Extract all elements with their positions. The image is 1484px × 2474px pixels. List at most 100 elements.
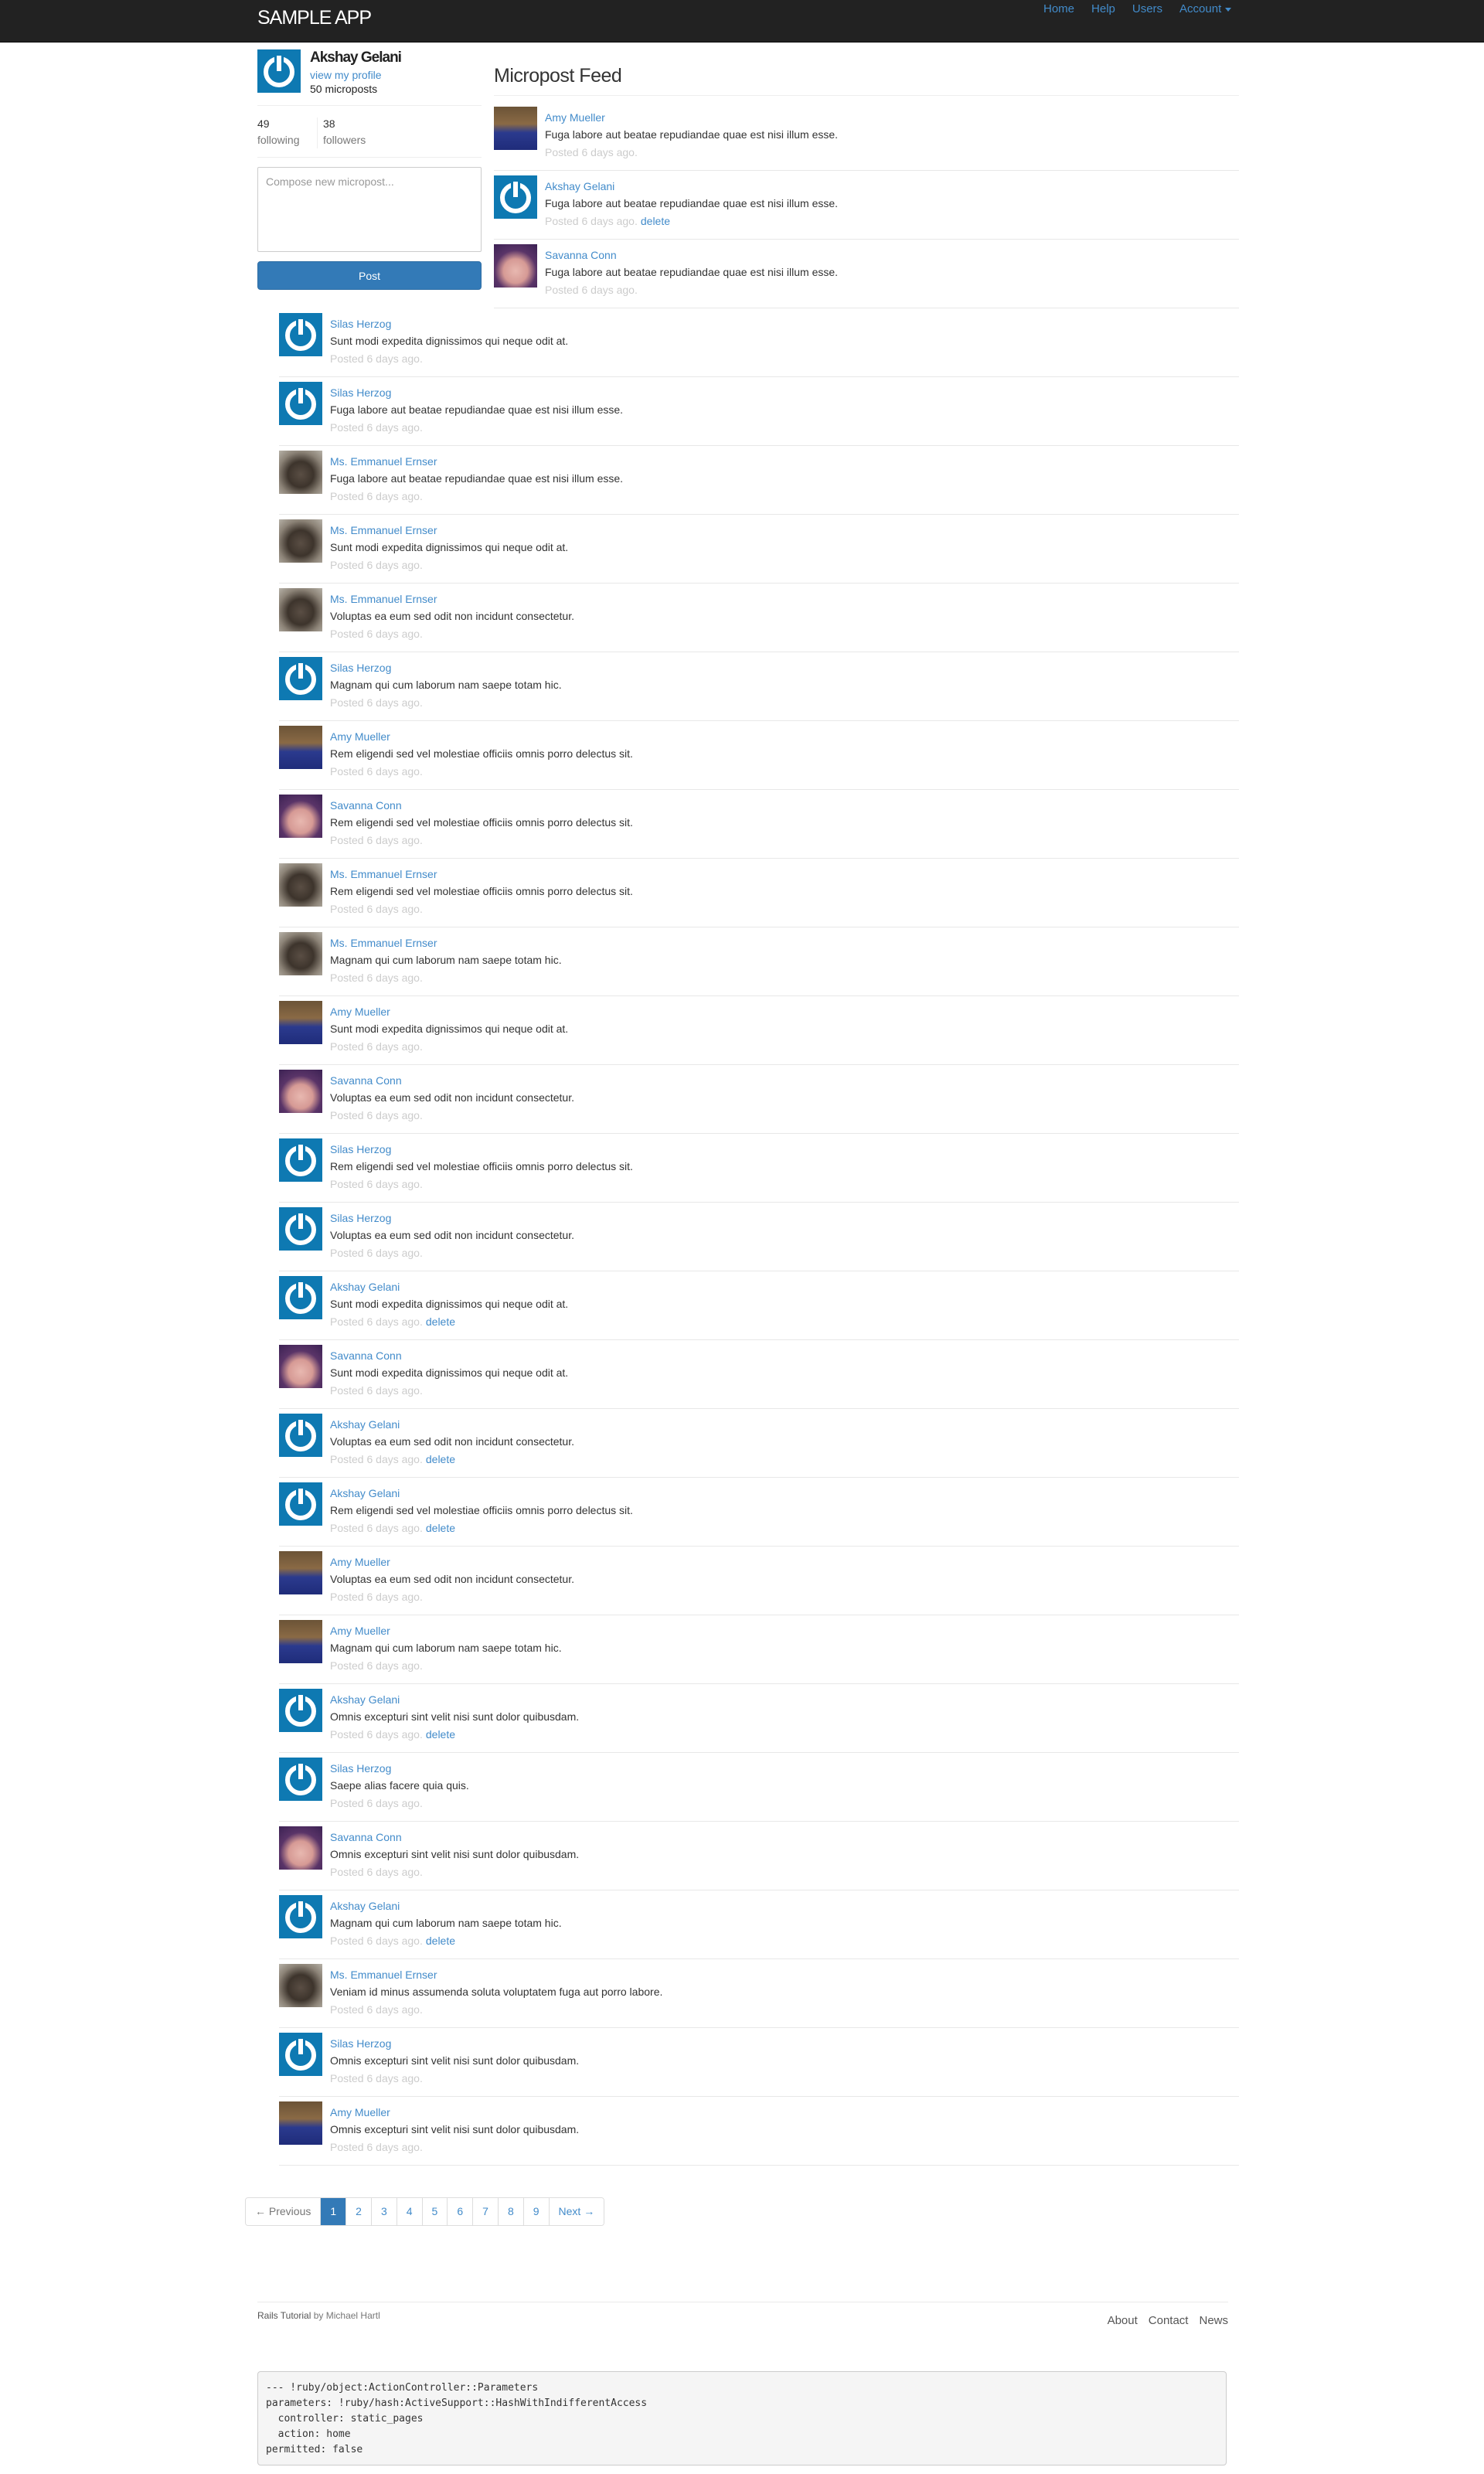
pagination-page-5[interactable]: 5 [422, 2198, 448, 2225]
micropost: Amy Mueller Rem eligendi sed vel molestia… [279, 721, 1239, 790]
pagination-page-7[interactable]: 7 [473, 2198, 499, 2225]
micropost-user-link[interactable]: Ms. Emmanuel Ernser [330, 1969, 437, 1981]
micropost-user-link[interactable]: Savanna Conn [330, 1349, 402, 1362]
user-avatar[interactable] [279, 932, 322, 975]
user-avatar[interactable] [279, 1964, 322, 2007]
micropost-user-link[interactable]: Silas Herzog [330, 1762, 391, 1775]
delete-micropost-link[interactable]: delete [426, 1935, 455, 1947]
footer-link-contact[interactable]: Contact [1149, 2314, 1189, 2327]
followers-stat[interactable]: 38 followers [323, 117, 400, 148]
micropost-user-link[interactable]: Savanna Conn [330, 799, 402, 812]
pagination-page-1[interactable]: 1 [321, 2198, 347, 2225]
micropost-user-link[interactable]: Silas Herzog [330, 2037, 391, 2050]
micropost-user-link[interactable]: Amy Mueller [330, 2106, 390, 2118]
micropost-user-link[interactable]: Amy Mueller [545, 111, 605, 124]
user-avatar[interactable] [279, 863, 322, 907]
micropost-user-link[interactable]: Akshay Gelani [330, 1487, 400, 1499]
micropost-user-link[interactable]: Ms. Emmanuel Ernser [330, 593, 437, 605]
footer-link-about[interactable]: About [1108, 2314, 1138, 2327]
user-avatar[interactable] [279, 1482, 322, 1526]
user-avatar[interactable] [494, 107, 537, 150]
user-avatar[interactable] [279, 313, 322, 356]
pagination-page-4[interactable]: 4 [397, 2198, 423, 2225]
nav-link-users[interactable]: Users [1132, 2, 1162, 18]
user-avatar[interactable] [279, 1345, 322, 1388]
user-avatar[interactable] [279, 2033, 322, 2076]
user-avatar[interactable] [279, 1070, 322, 1113]
micropost-user-link[interactable]: Savanna Conn [330, 1831, 402, 1843]
nav-link-account[interactable]: Account [1179, 2, 1232, 18]
user-avatar[interactable] [279, 1551, 322, 1594]
user-avatar[interactable] [279, 726, 322, 769]
delete-micropost-link[interactable]: delete [426, 1453, 455, 1465]
user-avatar[interactable] [279, 1138, 322, 1182]
micropost-user-link[interactable]: Akshay Gelani [330, 1900, 400, 1912]
user-avatar[interactable] [494, 175, 537, 219]
pagination-previous[interactable]: ← Previous [246, 2198, 322, 2225]
gravatar-power-icon [279, 1138, 322, 1182]
user-avatar[interactable] [279, 519, 322, 563]
micropost-user-link[interactable]: Silas Herzog [330, 386, 391, 399]
footer-author-link[interactable]: Michael Hartl [326, 2310, 380, 2321]
user-avatar[interactable] [279, 795, 322, 838]
micropost-user-link[interactable]: Amy Mueller [330, 730, 390, 743]
logo[interactable]: SAMPLE APP [257, 7, 372, 29]
user-avatar[interactable] [279, 657, 322, 700]
user-avatar[interactable] [279, 451, 322, 494]
user-avatar[interactable] [279, 588, 322, 631]
view-profile-link[interactable]: view my profile [310, 69, 382, 81]
micropost-user-link[interactable]: Ms. Emmanuel Ernser [330, 868, 437, 880]
user-avatar[interactable] [494, 244, 537, 288]
user-avatar[interactable] [279, 1207, 322, 1251]
user-avatar[interactable] [279, 382, 322, 425]
user-avatar[interactable] [279, 1895, 322, 1938]
micropost-user-link[interactable]: Amy Mueller [330, 1556, 390, 1568]
footer-brand-link[interactable]: Rails Tutorial [257, 2310, 311, 2321]
micropost-user-link[interactable]: Savanna Conn [330, 1074, 402, 1087]
micropost-user-link[interactable]: Akshay Gelani [330, 1418, 400, 1431]
delete-micropost-link[interactable]: delete [641, 215, 670, 227]
micropost-timestamp: Posted 6 days ago. [330, 1247, 423, 1259]
micropost-timestamp: Posted 6 days ago. [330, 1659, 423, 1672]
user-avatar[interactable] [279, 1758, 322, 1801]
micropost-user-link[interactable]: Akshay Gelani [330, 1281, 400, 1293]
footer-link-news[interactable]: News [1199, 2314, 1228, 2327]
pagination-page-6[interactable]: 6 [448, 2198, 474, 2225]
micropost-user-link[interactable]: Silas Herzog [330, 1143, 391, 1155]
micropost-user-link[interactable]: Silas Herzog [330, 318, 391, 330]
nav-link-home[interactable]: Home [1043, 2, 1074, 18]
micropost: Amy Mueller Omnis excepturi sint velit ni… [279, 2097, 1239, 2166]
pagination-page-9[interactable]: 9 [523, 2198, 550, 2225]
pagination-page-8[interactable]: 8 [498, 2198, 524, 2225]
user-avatar[interactable] [257, 49, 301, 93]
pagination-page-2[interactable]: 2 [346, 2198, 372, 2225]
micropost-user-link[interactable]: Ms. Emmanuel Ernser [330, 524, 437, 536]
micropost-user-link[interactable]: Ms. Emmanuel Ernser [330, 455, 437, 468]
delete-micropost-link[interactable]: delete [426, 1728, 455, 1741]
micropost-user-link[interactable]: Ms. Emmanuel Ernser [330, 937, 437, 949]
following-stat[interactable]: 49 following [257, 117, 318, 148]
user-avatar[interactable] [279, 1826, 322, 1870]
following-label: following [257, 134, 300, 146]
delete-micropost-link[interactable]: delete [426, 1315, 455, 1328]
pagination-next[interactable]: Next → [549, 2198, 604, 2225]
micropost-user-link[interactable]: Akshay Gelani [545, 180, 614, 192]
compose-micropost-input[interactable] [257, 167, 482, 252]
user-avatar[interactable] [279, 1001, 322, 1044]
user-avatar[interactable] [279, 1414, 322, 1457]
micropost-timestamp-row: Posted 6 days ago. [330, 1659, 423, 1672]
user-avatar[interactable] [279, 1620, 322, 1663]
micropost-user-link[interactable]: Akshay Gelani [330, 1693, 400, 1706]
user-avatar[interactable] [279, 1689, 322, 1732]
micropost-user-link[interactable]: Silas Herzog [330, 1212, 391, 1224]
micropost-user-link[interactable]: Silas Herzog [330, 662, 391, 674]
pagination-page-3[interactable]: 3 [371, 2198, 397, 2225]
nav-link-help[interactable]: Help [1091, 2, 1115, 18]
micropost-user-link[interactable]: Savanna Conn [545, 249, 617, 261]
user-avatar[interactable] [279, 2101, 322, 2145]
delete-micropost-link[interactable]: delete [426, 1522, 455, 1534]
micropost-user-link[interactable]: Amy Mueller [330, 1006, 390, 1018]
post-button[interactable]: Post [257, 261, 482, 290]
micropost-user-link[interactable]: Amy Mueller [330, 1625, 390, 1637]
user-avatar[interactable] [279, 1276, 322, 1319]
